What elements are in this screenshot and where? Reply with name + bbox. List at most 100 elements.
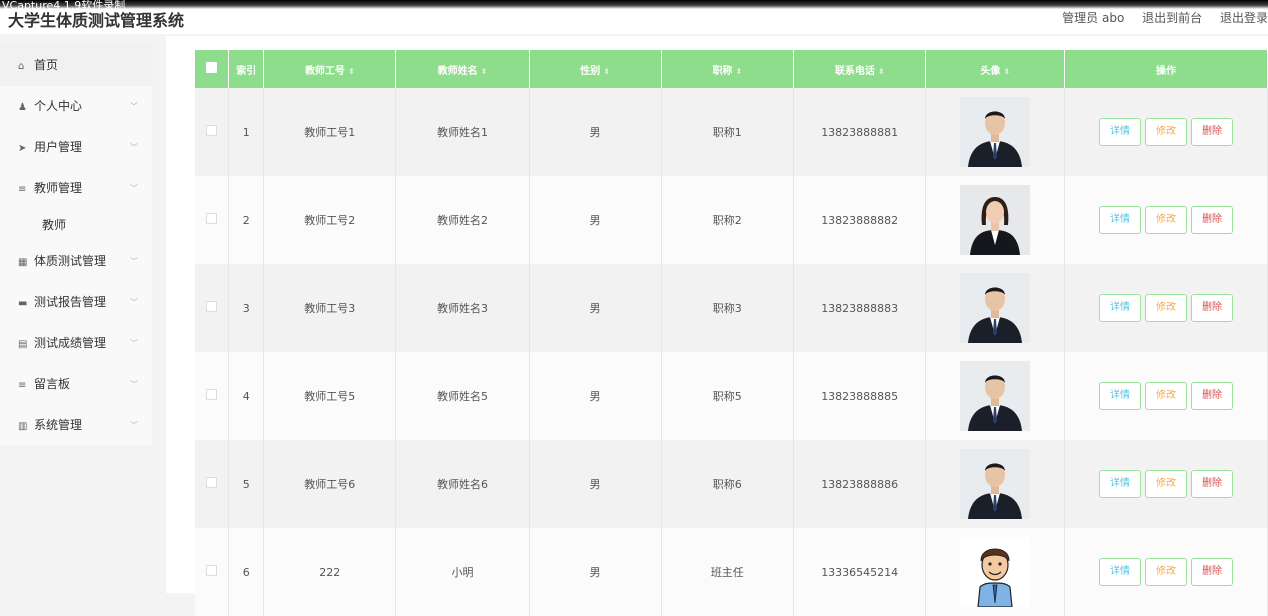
sidebar-item-home[interactable]: ⌂ 首页 xyxy=(0,45,152,86)
sidebar-item-label: 体质测试管理 xyxy=(34,254,107,268)
sidebar-item-test-report[interactable]: ▬ 测试报告管理 ﹀ xyxy=(0,282,152,323)
avatar[interactable] xyxy=(960,185,1030,255)
document-icon: ▤ xyxy=(18,339,28,350)
sidebar-item-users[interactable]: ➤ 用户管理 ﹀ xyxy=(0,127,152,168)
phone-cell: 13823888881 xyxy=(793,88,927,176)
sidebar-subitem-teacher[interactable]: 教师 xyxy=(0,209,152,241)
row-checkbox[interactable] xyxy=(206,125,218,136)
index-cell: 2 xyxy=(228,176,265,264)
chevron-down-icon: ﹀ xyxy=(130,143,138,152)
sidebar-item-test-scores[interactable]: ▤ 测试成绩管理 ﹀ xyxy=(0,323,152,364)
chevron-down-icon: ﹀ xyxy=(130,298,138,307)
title-cell: 班主任 xyxy=(661,528,794,616)
sort-icon[interactable]: ⬍ xyxy=(1003,67,1010,76)
column-header-label: 性别 xyxy=(580,65,601,77)
edit-button[interactable]: 修改 xyxy=(1145,118,1187,146)
avatar[interactable] xyxy=(960,97,1030,167)
avatar[interactable] xyxy=(960,449,1030,519)
row-checkbox[interactable] xyxy=(206,477,218,488)
phone-cell: 13823888886 xyxy=(793,440,927,528)
sidebar-item-system[interactable]: ▥ 系统管理 ﹀ xyxy=(0,405,152,446)
column-header-teacher-id[interactable]: 教师工号 ⬍ xyxy=(263,50,397,88)
row-select-cell xyxy=(195,176,230,264)
sidebar-item-label: 教师管理 xyxy=(34,181,83,195)
avatar[interactable] xyxy=(960,361,1030,431)
logout-link[interactable]: 退出登录 xyxy=(1220,11,1268,25)
edit-button[interactable]: 修改 xyxy=(1145,558,1187,586)
avatar[interactable] xyxy=(960,537,1030,607)
row-select-cell xyxy=(195,440,230,528)
phone-cell: 13336545214 xyxy=(793,528,927,616)
delete-button[interactable]: 删除 xyxy=(1191,294,1233,322)
detail-button[interactable]: 详情 xyxy=(1099,470,1141,498)
column-header-title[interactable]: 职称 ⬍ xyxy=(661,50,794,88)
detail-button[interactable]: 详情 xyxy=(1099,558,1141,586)
column-header-avatar[interactable]: 头像 ⬍ xyxy=(925,50,1066,88)
edit-button[interactable]: 修改 xyxy=(1145,294,1187,322)
detail-button[interactable]: 详情 xyxy=(1099,294,1141,322)
sort-icon[interactable]: ⬍ xyxy=(735,67,742,76)
phone-cell: 13823888885 xyxy=(793,352,927,440)
row-checkbox[interactable] xyxy=(206,301,218,312)
row-select-cell xyxy=(195,264,230,352)
row-checkbox[interactable] xyxy=(206,213,218,224)
actions-cell: 详情 修改 删除 xyxy=(1064,88,1268,176)
chevron-down-icon: ﹀ xyxy=(130,421,138,430)
actions-cell: 详情 修改 删除 xyxy=(1064,528,1268,616)
detail-button[interactable]: 详情 xyxy=(1099,382,1141,410)
title-cell: 职称6 xyxy=(661,440,794,528)
sidebar-item-teachers[interactable]: ≡ 教师管理 ﹀ xyxy=(0,168,152,209)
select-all-checkbox[interactable] xyxy=(206,62,218,73)
teacher-name-cell: 教师姓名6 xyxy=(395,440,530,528)
top-bar: 大学生体质测试管理系统 管理员 abo 退出到前台 退出登录 xyxy=(0,0,1268,34)
monitor-icon: ▬ xyxy=(18,298,28,309)
edit-button[interactable]: 修改 xyxy=(1145,470,1187,498)
table-row: 3 教师工号3 教师姓名3 男 职称3 13823888883 详情 修改 删除 xyxy=(195,264,1268,352)
sort-icon[interactable]: ⬍ xyxy=(878,67,885,76)
column-header-label: 索引 xyxy=(236,65,257,77)
back-to-front-link[interactable]: 退出到前台 xyxy=(1142,11,1202,25)
sidebar-item-label: 首页 xyxy=(34,58,59,72)
delete-button[interactable]: 删除 xyxy=(1191,382,1233,410)
delete-button[interactable]: 删除 xyxy=(1191,558,1233,586)
detail-button[interactable]: 详情 xyxy=(1099,118,1141,146)
teacher-id-cell: 222 xyxy=(263,528,397,616)
phone-cell: 13823888883 xyxy=(793,264,927,352)
row-select-cell xyxy=(195,352,230,440)
sidebar-item-profile[interactable]: ♟ 个人中心 ﹀ xyxy=(0,86,152,127)
avatar[interactable] xyxy=(960,273,1030,343)
sidebar-item-message-board[interactable]: ≡ 留言板 ﹀ xyxy=(0,364,152,405)
teacher-name-cell: 教师姓名3 xyxy=(395,264,530,352)
sidebar: ⌂ 首页 ♟ 个人中心 ﹀ ➤ 用户管理 ﹀ ≡ 教师管理 ﹀ 教师 ▦ 体质测试管理 ﹀… xyxy=(0,45,152,445)
title-cell: 职称3 xyxy=(661,264,794,352)
gender-cell: 男 xyxy=(529,88,662,176)
sort-icon[interactable]: ⬍ xyxy=(603,67,610,76)
column-header-phone[interactable]: 联系电话 ⬍ xyxy=(793,50,927,88)
column-header-index: 索引 xyxy=(228,50,265,88)
admin-user-link[interactable]: 管理员 abo xyxy=(1062,11,1124,25)
chevron-down-icon: ﹀ xyxy=(130,102,138,111)
index-cell: 1 xyxy=(228,88,265,176)
edit-button[interactable]: 修改 xyxy=(1145,382,1187,410)
edit-button[interactable]: 修改 xyxy=(1145,206,1187,234)
avatar-cell xyxy=(925,88,1066,176)
teacher-id-cell: 教师工号5 xyxy=(263,352,397,440)
delete-button[interactable]: 删除 xyxy=(1191,118,1233,146)
sidebar-item-label: 个人中心 xyxy=(34,99,83,113)
avatar-cell xyxy=(925,176,1066,264)
row-checkbox[interactable] xyxy=(206,565,218,576)
index-cell: 5 xyxy=(228,440,265,528)
delete-button[interactable]: 删除 xyxy=(1191,470,1233,498)
column-header-gender[interactable]: 性别 ⬍ xyxy=(529,50,662,88)
sidebar-item-fitness-test[interactable]: ▦ 体质测试管理 ﹀ xyxy=(0,241,152,282)
detail-button[interactable]: 详情 xyxy=(1099,206,1141,234)
sort-icon[interactable]: ⬍ xyxy=(348,67,355,76)
chevron-down-icon: ﹀ xyxy=(130,184,138,193)
column-header-teacher-name[interactable]: 教师姓名 ⬍ xyxy=(395,50,530,88)
row-checkbox[interactable] xyxy=(206,389,218,400)
delete-button[interactable]: 删除 xyxy=(1191,206,1233,234)
sort-icon[interactable]: ⬍ xyxy=(481,67,488,76)
chart-icon: ▥ xyxy=(18,421,28,432)
watermark: VCapture4.1.9软件录制 xyxy=(2,0,126,12)
title-cell: 职称5 xyxy=(661,352,794,440)
